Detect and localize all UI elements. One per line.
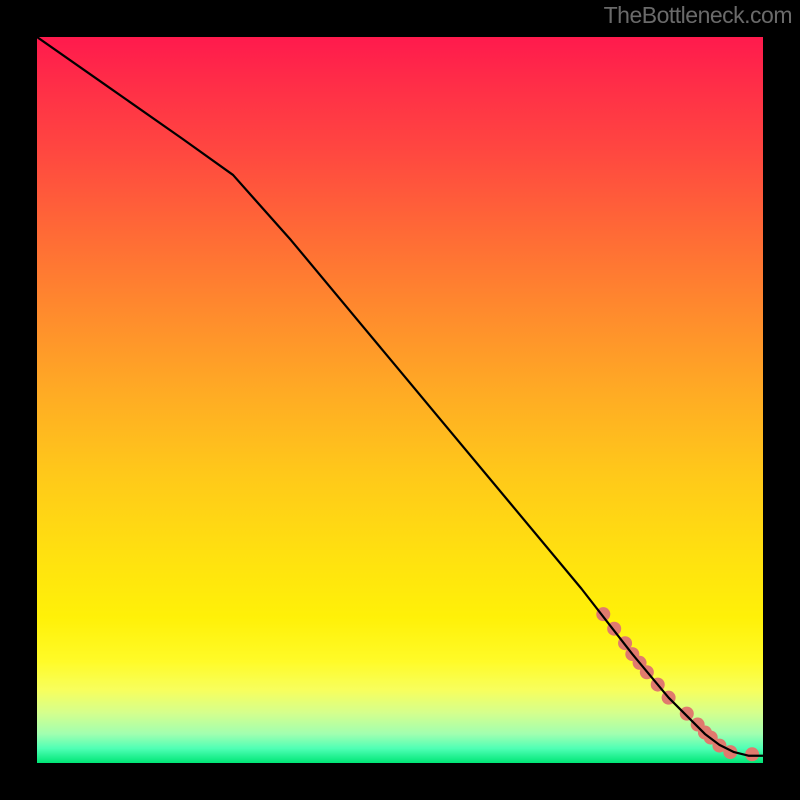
curve-line bbox=[37, 37, 763, 756]
plot-area bbox=[37, 37, 763, 763]
watermark-label: TheBottleneck.com bbox=[604, 2, 792, 29]
chart-svg bbox=[37, 37, 763, 763]
markers-group bbox=[596, 607, 759, 761]
marker-point bbox=[680, 707, 694, 721]
chart-frame: TheBottleneck.com bbox=[0, 0, 800, 800]
